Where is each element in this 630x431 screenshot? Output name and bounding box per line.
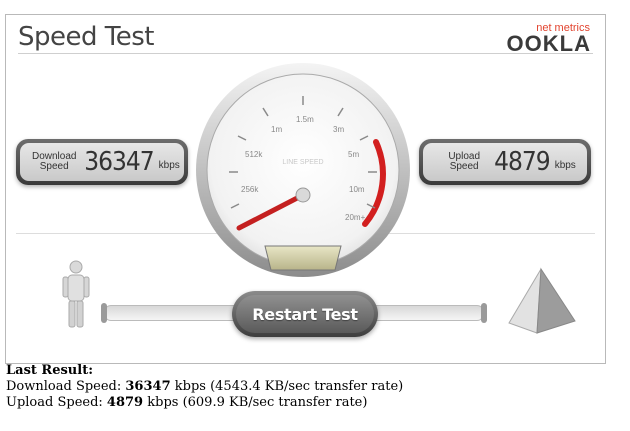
download-speed-panel: Download Speed 36347 kbps (16, 139, 188, 185)
scale-label: 1.5m (296, 115, 314, 124)
restart-test-button[interactable]: Restart Test (232, 291, 378, 337)
upload-speed-panel: Upload Speed 4879 kbps (419, 139, 591, 185)
server-pyramid-icon (508, 267, 576, 334)
track-right-cap (481, 303, 487, 323)
speed-gauge: 256k 512k 1m 1.5m 3m 5m 10m 20m+ LINE SP… (196, 63, 410, 277)
person-figure-icon (62, 260, 90, 328)
upload-speed-unit: kbps (554, 159, 576, 171)
download-speed-value: 36347 (84, 147, 154, 177)
brand-name: OOKLA (506, 31, 591, 56)
page-title: Speed Test (18, 22, 154, 52)
download-speed-label: Download Speed (31, 151, 77, 172)
scale-label: 256k (241, 185, 259, 194)
gauge-readout-window (264, 245, 342, 271)
upload-speed-label: Upload Speed (448, 151, 481, 172)
upload-speed-value: 4879 (494, 147, 551, 177)
last-result-upload: Upload Speed: 4879 kbps (609.9 KB/sec tr… (6, 395, 368, 410)
scale-label: 1m (271, 125, 282, 134)
speed-test-widget: Speed Test net metrics OOKLA 256k 512k 1… (5, 14, 606, 364)
brand-logo: net metrics OOKLA (507, 23, 591, 55)
track-left-cap (101, 303, 107, 323)
scale-label: 10m (349, 185, 365, 194)
last-result-heading: Last Result: (6, 363, 94, 378)
last-result-download: Download Speed: 36347 kbps (4543.4 KB/se… (6, 379, 404, 394)
gauge-center-label: LINE SPEED (282, 159, 323, 166)
last-result-section: Last Result: Download Speed: 36347 kbps … (6, 363, 403, 411)
scale-label: 5m (348, 150, 359, 159)
download-speed-unit: kbps (158, 159, 180, 171)
scale-label: 20m+ (345, 213, 366, 222)
scale-label: 512k (245, 150, 263, 159)
restart-test-label: Restart Test (252, 304, 358, 324)
scale-label: 3m (333, 125, 344, 134)
gauge-hub (295, 187, 311, 203)
